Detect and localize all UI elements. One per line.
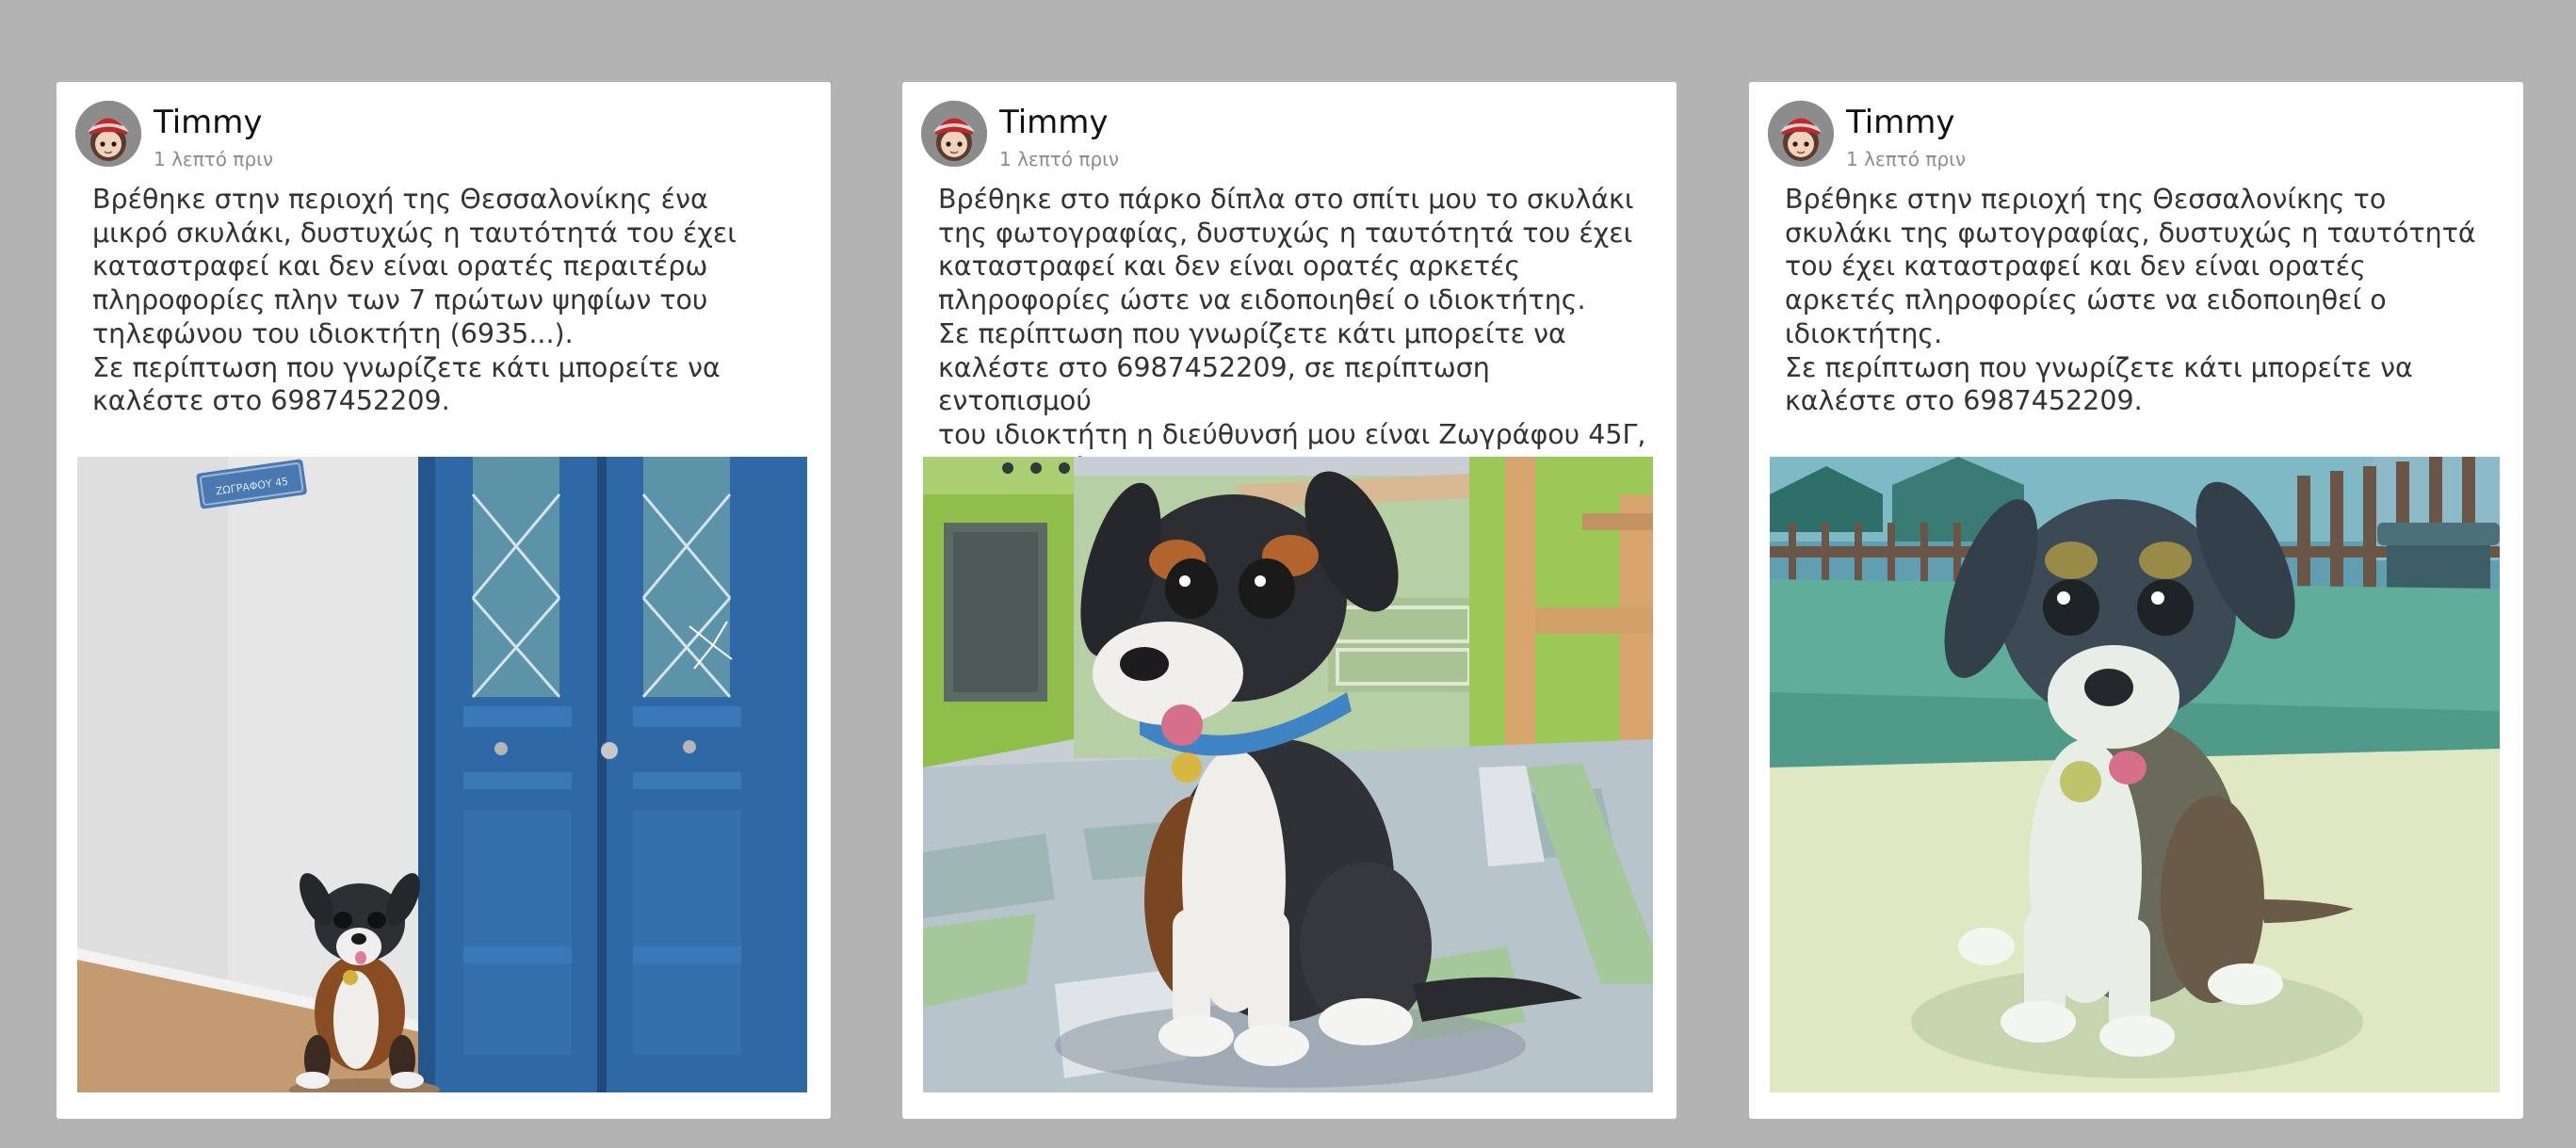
author-name[interactable]: Timmy (999, 103, 1109, 142)
post-card: Timmy 1 λεπτό πριν Βρέθηκε στην περιοχή … (1749, 82, 2523, 1119)
avatar[interactable] (1768, 101, 1834, 167)
dog-near-fence-image (1770, 457, 2500, 1092)
avatar-image (75, 101, 141, 167)
post-card: Timmy 1 λεπτό πριν Βρέθηκε στην περιοχή … (57, 82, 831, 1119)
author-name[interactable]: Timmy (154, 103, 263, 142)
avatar[interactable] (921, 101, 987, 167)
avatar-image (1768, 101, 1834, 167)
avatar-image (921, 101, 987, 167)
dog-by-blue-door-image: ΖΩΓΡΑΦΟΥ 45 (77, 457, 807, 1092)
post-timestamp: 1 λεπτό πριν (154, 148, 274, 170)
post-photo[interactable] (1770, 457, 2500, 1092)
post-text: Βρέθηκε στην περιοχή της Θεσσαλονίκης το… (1785, 184, 2476, 417)
dog-in-park-image (923, 457, 1653, 1092)
post-text: Βρέθηκε στο πάρκο δίπλα στο σπίτι μου το… (938, 184, 1646, 484)
post-card: Timmy 1 λεπτό πριν Βρέθηκε στο πάρκο δίπ… (902, 82, 1677, 1119)
post-photo[interactable]: ΖΩΓΡΑΦΟΥ 45 (77, 457, 807, 1092)
author-name[interactable]: Timmy (1846, 103, 1955, 142)
post-timestamp: 1 λεπτό πριν (999, 148, 1120, 170)
post-photo[interactable] (923, 457, 1653, 1092)
post-text: Βρέθηκε στην περιοχή της Θεσσαλονίκης έν… (92, 184, 737, 417)
post-timestamp: 1 λεπτό πριν (1846, 148, 1967, 170)
avatar[interactable] (75, 101, 141, 167)
